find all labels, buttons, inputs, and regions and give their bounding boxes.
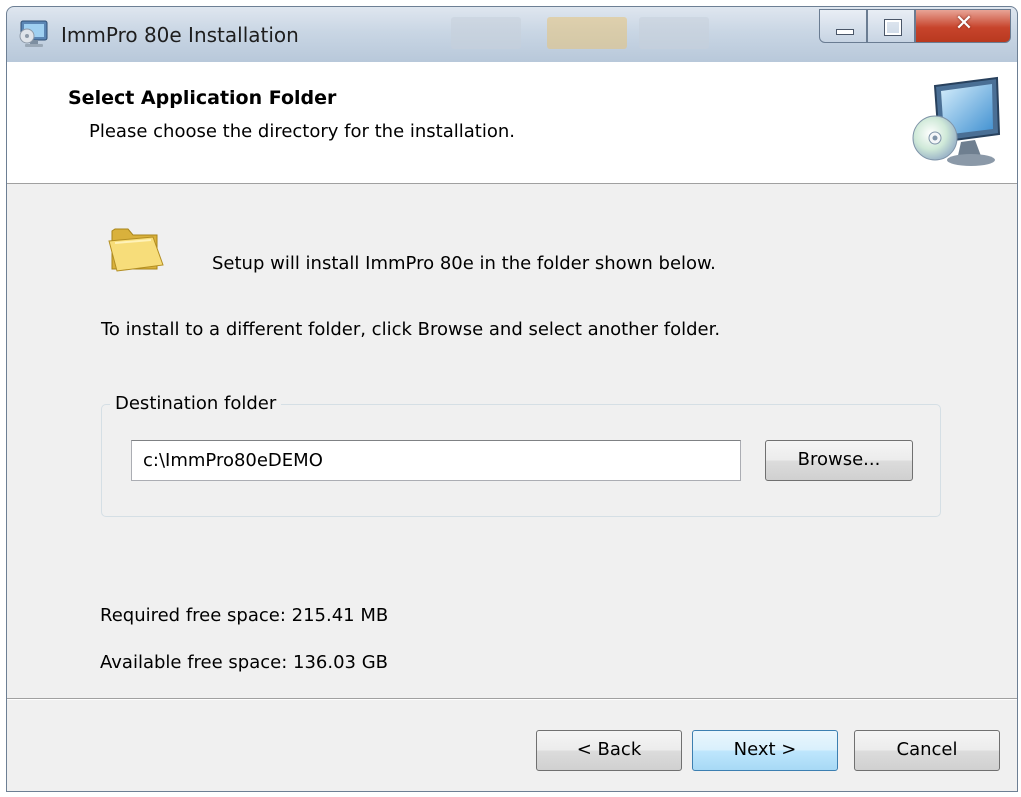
installer-monitor-icon xyxy=(19,20,48,47)
cancel-button[interactable]: Cancel xyxy=(854,730,1000,771)
window-title: ImmPro 80e Installation xyxy=(61,23,299,47)
maximize-button[interactable] xyxy=(867,9,915,43)
minimize-button[interactable] xyxy=(819,9,867,43)
folder-icon xyxy=(108,228,164,272)
background-blur xyxy=(639,17,709,49)
close-icon: ✕ xyxy=(954,11,974,36)
back-button[interactable]: < Back xyxy=(536,730,682,771)
dialog-body: Select Application Folder Please choose … xyxy=(6,62,1018,792)
close-button[interactable]: ✕ xyxy=(915,9,1011,43)
page-title: Select Application Folder xyxy=(68,87,337,109)
next-button[interactable]: Next > xyxy=(692,730,838,771)
intro-text: Setup will install ImmPro 80e in the fol… xyxy=(212,253,716,274)
destination-group-label: Destination folder xyxy=(110,393,282,414)
installer-window: ImmPro 80e Installation ✕ Select Applica… xyxy=(6,6,1018,792)
background-blur xyxy=(451,17,521,49)
page-subtitle: Please choose the directory for the inst… xyxy=(89,121,515,142)
maximize-icon xyxy=(884,19,902,36)
computer-disc-icon xyxy=(912,76,1001,166)
background-blur xyxy=(547,17,627,49)
available-space-text: Available free space: 136.03 GB xyxy=(100,652,388,673)
instruction-text: To install to a different folder, click … xyxy=(101,319,721,340)
minimize-icon xyxy=(836,29,854,35)
destination-path-input[interactable] xyxy=(131,440,741,481)
required-space-text: Required free space: 215.41 MB xyxy=(100,605,389,626)
title-bar[interactable]: ImmPro 80e Installation ✕ xyxy=(6,6,1018,62)
browse-button[interactable]: Browse... xyxy=(765,440,913,481)
wizard-header: Select Application Folder Please choose … xyxy=(7,62,1017,184)
footer-divider xyxy=(7,698,1017,700)
